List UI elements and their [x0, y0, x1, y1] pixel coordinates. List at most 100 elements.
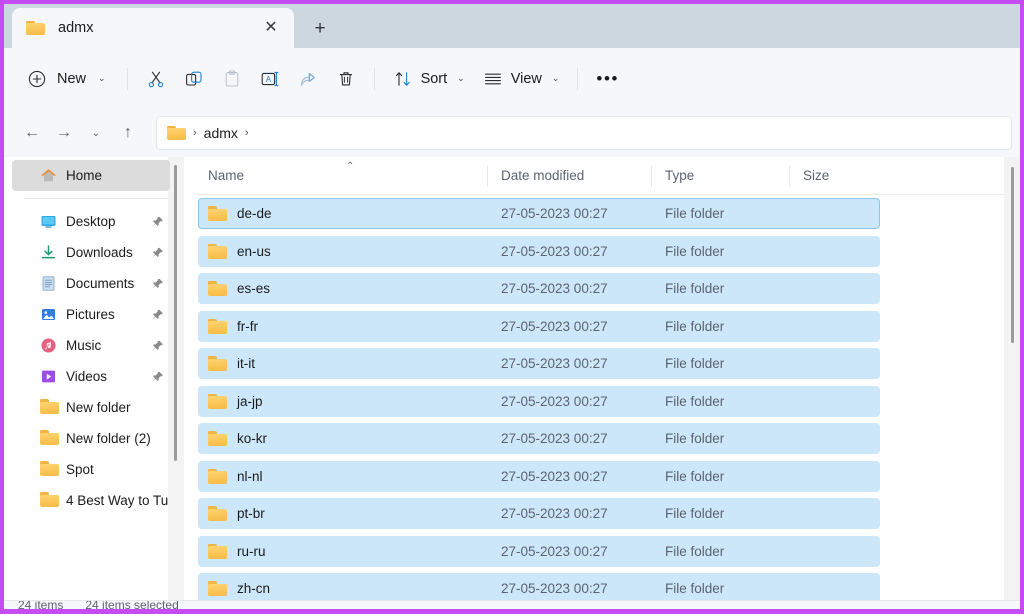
view-button-label: View [510, 70, 542, 87]
file-explorer-window: admx ✕ + New ⌄ A Sort ⌄ View ⌄ ••• ← → ⌄… [0, 0, 1024, 614]
cell-date-modified: 27-05-2023 00:27 [501, 581, 608, 597]
pin-icon[interactable] [151, 370, 164, 383]
table-row[interactable]: es-es 27-05-2023 00:27 File folder [194, 270, 1020, 308]
sidebar-item-videos[interactable]: Videos [12, 361, 170, 392]
documents-icon [40, 275, 57, 292]
paste-button[interactable] [213, 61, 251, 97]
rename-button[interactable]: A [251, 61, 289, 97]
column-header-type[interactable]: Type [651, 157, 789, 195]
delete-button[interactable] [327, 61, 365, 97]
column-header-date-modified[interactable]: Date modified [487, 157, 651, 195]
cell-type: File folder [665, 468, 725, 484]
file-name: ko-kr [237, 431, 267, 447]
cut-button[interactable] [137, 61, 175, 97]
file-name: de-de [237, 206, 272, 222]
scissors-icon [148, 71, 163, 87]
table-row[interactable]: fr-fr 27-05-2023 00:27 File folder [194, 308, 1020, 346]
folder-icon [208, 243, 227, 259]
column-header-type-label: Type [665, 168, 695, 183]
pin-icon[interactable] [151, 215, 164, 228]
breadcrumb-separator-2[interactable]: › [245, 127, 249, 139]
sidebar-item-label: Documents [66, 276, 135, 291]
back-button[interactable]: ← [16, 117, 48, 149]
table-row[interactable]: ja-jp 27-05-2023 00:27 File folder [194, 383, 1020, 421]
more-options-button[interactable]: ••• [587, 61, 628, 97]
cell-date-modified: 27-05-2023 00:27 [501, 543, 608, 559]
chevron-down-icon: ⌄ [457, 73, 465, 83]
table-row[interactable]: nl-nl 27-05-2023 00:27 File folder [194, 458, 1020, 496]
breadcrumb-admx[interactable]: admx [204, 125, 238, 141]
rename-icon: A [261, 71, 278, 86]
toolbar-divider [126, 67, 128, 90]
sidebar-item-4-best-way[interactable]: 4 Best Way to Tu [12, 485, 170, 516]
pin-icon[interactable] [151, 277, 164, 290]
cell-type: File folder [665, 431, 725, 447]
sidebar-item-spot[interactable]: Spot [12, 454, 170, 485]
pin-icon[interactable] [151, 339, 164, 352]
sidebar-item-new-folder[interactable]: New folder [12, 392, 170, 423]
sidebar-item-pictures[interactable]: Pictures [12, 299, 170, 330]
copy-button[interactable] [175, 61, 213, 97]
table-row[interactable]: ko-kr 27-05-2023 00:27 File folder [194, 420, 1020, 458]
cell-name: nl-nl [194, 468, 487, 484]
folder-icon [208, 506, 227, 522]
cell-date-modified: 27-05-2023 00:27 [501, 393, 608, 409]
new-tab-icon[interactable]: + [305, 13, 335, 43]
table-row[interactable]: ru-ru 27-05-2023 00:27 File folder [194, 533, 1020, 571]
pictures-icon [40, 306, 57, 323]
tab-title: admx [58, 20, 94, 36]
sidebar-item-downloads[interactable]: Downloads [12, 237, 170, 268]
path-breadcrumb-field[interactable]: › admx › [156, 116, 1012, 150]
folder-icon [208, 543, 227, 559]
up-button[interactable]: ↑ [112, 117, 144, 149]
cell-date-modified: 27-05-2023 00:27 [501, 431, 608, 447]
cell-name: de-de [194, 206, 487, 221]
pin-icon[interactable] [151, 308, 164, 321]
sort-button-label: Sort [420, 70, 448, 87]
sidebar-item-label: Music [66, 338, 102, 353]
column-headers: Name ⌃ Date modified Type Size [194, 157, 1020, 195]
cell-name: ko-kr [194, 431, 487, 446]
table-row[interactable]: pt-br 27-05-2023 00:27 File folder [194, 495, 1020, 533]
sort-button[interactable]: Sort ⌄ [384, 61, 474, 97]
folder-icon [40, 492, 59, 509]
forward-button[interactable]: → [48, 117, 80, 149]
cell-type: File folder [665, 281, 725, 297]
column-header-name[interactable]: Name ⌃ [194, 157, 487, 195]
videos-icon [40, 368, 57, 385]
sidebar-item-music[interactable]: Music [12, 330, 170, 361]
table-row[interactable]: it-it 27-05-2023 00:27 File folder [194, 345, 1020, 383]
sidebar-item-home[interactable]: Home [12, 160, 170, 191]
sidebar-item-desktop[interactable]: Desktop [12, 206, 170, 237]
cell-name: fr-fr [194, 318, 487, 334]
view-button[interactable]: View ⌄ [474, 61, 569, 97]
sidebar-scrollbar-thumb[interactable] [174, 165, 177, 461]
new-button[interactable]: New ⌄ [18, 61, 118, 97]
column-header-size[interactable]: Size [789, 157, 889, 195]
folder-icon [167, 125, 186, 141]
table-row[interactable]: en-us 27-05-2023 00:27 File folder [194, 233, 1020, 271]
sidebar-divider [24, 198, 168, 199]
sidebar-item-label: Home [66, 168, 103, 183]
sidebar-item-documents[interactable]: Documents [12, 268, 170, 299]
pin-icon[interactable] [151, 246, 164, 259]
tab-admx[interactable]: admx ✕ [12, 8, 294, 48]
command-toolbar: New ⌄ A Sort ⌄ View ⌄ ••• [4, 48, 1020, 109]
column-header-name-label: Name [208, 168, 245, 183]
table-row[interactable]: de-de 27-05-2023 00:27 File folder [194, 195, 1020, 233]
close-icon[interactable]: ✕ [256, 13, 286, 43]
cell-type: File folder [665, 243, 725, 259]
folder-icon [208, 581, 227, 597]
file-list-scrollbar-thumb[interactable] [1011, 167, 1014, 343]
music-icon [40, 337, 57, 354]
share-button[interactable] [289, 61, 327, 97]
folder-icon [208, 356, 227, 372]
cell-type: File folder [665, 356, 725, 372]
sidebar-item-label: New folder (2) [66, 431, 151, 446]
folder-icon [40, 399, 59, 416]
sidebar-item-new-folder-2[interactable]: New folder (2) [12, 423, 170, 454]
sidebar-item-label: New folder [66, 400, 131, 415]
recent-locations-button[interactable]: ⌄ [80, 117, 112, 149]
chevron-down-icon: ⌄ [551, 73, 560, 83]
folder-icon [208, 393, 227, 409]
